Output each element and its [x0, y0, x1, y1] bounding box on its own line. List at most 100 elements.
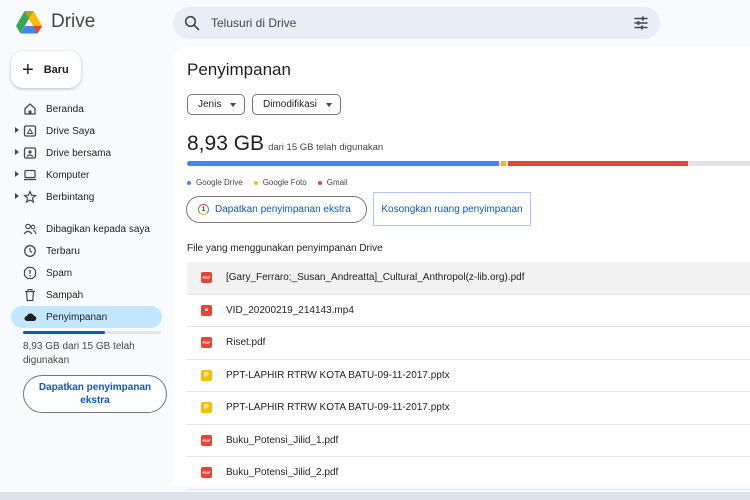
sidebar-get-storage-button[interactable]: Dapatkan penyimpanan ekstra — [23, 375, 167, 413]
caret-down-icon — [325, 102, 332, 107]
taskbar-strip — [0, 492, 750, 500]
expand-arrow-icon[interactable] — [15, 193, 19, 199]
file-name: Riset.pdf — [226, 337, 266, 349]
file-name: VID_20200219_214143.mp4 — [226, 304, 354, 316]
sidebar-item-label: Penyimpanan — [46, 311, 108, 323]
legend-item: Google Drive — [187, 178, 243, 187]
legend-item: Google Foto — [253, 178, 307, 187]
caret-down-icon — [230, 102, 237, 107]
file-row[interactable]: ■ VID_20200219_214143.mp4 — [187, 295, 750, 327]
sidebar-item-beranda[interactable]: Beranda — [11, 98, 162, 120]
search-input[interactable] — [211, 7, 611, 39]
sidebar-item-label: Drive Saya — [46, 125, 95, 137]
legend-label: Google Foto — [262, 178, 307, 187]
pdf-file-icon: PDF — [201, 272, 212, 284]
file-row[interactable]: PDF Buku_Potensi_Jilid_1.pdf — [187, 425, 750, 457]
sidebar-item-penyimpanan[interactable]: Penyimpanan — [11, 306, 162, 328]
drive-logo[interactable]: Drive — [16, 10, 95, 34]
main-panel: Penyimpanan Jenis Dimodifikasi 8,93 GB d… — [173, 46, 750, 490]
sidebar-item-drive-bersama[interactable]: Drive bersama — [11, 142, 162, 164]
clean-storage-button[interactable]: Kosongkan ruang penyimpanan — [373, 192, 531, 226]
legend-item: Gmail — [317, 178, 348, 187]
pdf-file-icon: PDF — [201, 467, 212, 479]
shared-drive-icon — [23, 146, 37, 160]
plus-icon: + — [22, 58, 34, 81]
sidebar-storage-text: 8,93 GB dari 15 GB telah digunakan — [23, 341, 135, 366]
pdf-file-icon: PDF — [201, 434, 212, 446]
spam-icon — [23, 266, 37, 280]
sidebar-item-label: Komputer — [46, 169, 90, 181]
legend-dot — [187, 180, 191, 185]
usage-segment-google-foto — [500, 161, 507, 166]
sidebar-item-dibagikan[interactable]: Dibagikan kepada saya — [11, 218, 162, 240]
search-bar[interactable] — [173, 7, 660, 39]
sidebar-item-spam[interactable]: Spam — [11, 262, 162, 284]
sidebar-item-label: Terbaru — [46, 245, 80, 257]
sidebar-item-terbaru[interactable]: Terbaru — [11, 240, 162, 262]
file-name: Buku_Potensi_Jilid_1.pdf — [226, 434, 339, 446]
file-row[interactable]: P PPT-LAPHIR RTRW KOTA BATU-09-11-2017.pp… — [187, 360, 750, 392]
sidebar-storage-bar — [23, 331, 161, 334]
computer-icon — [23, 168, 37, 182]
new-button-label: Baru — [43, 63, 69, 76]
get-storage-label: Dapatkan penyimpanan ekstra — [215, 204, 351, 215]
storage-used-amount: 8,93 GB — [187, 132, 265, 155]
usage-segment-google-drive — [187, 161, 499, 166]
star-icon — [23, 190, 37, 204]
filter-label: Jenis — [198, 99, 222, 110]
storage-used-of: dari 15 GB telah digunakan — [268, 142, 384, 153]
home-icon — [23, 102, 37, 116]
usage-segment-gmail — [508, 161, 689, 166]
trash-icon — [23, 288, 37, 302]
legend-label: Gmail — [326, 178, 348, 187]
pdf-file-icon: PDF — [201, 337, 212, 349]
sidebar-item-label: Beranda — [46, 103, 84, 115]
sidebar-nav: Beranda Drive Saya Drive bersama Kompute… — [11, 98, 162, 328]
expand-arrow-icon[interactable] — [15, 149, 19, 155]
sidebar-item-sampah[interactable]: Sampah — [11, 284, 162, 306]
app-title: Drive — [51, 11, 96, 32]
file-name: Buku_Potensi_Jilid_2.pdf — [226, 467, 339, 479]
storage-bar-fill — [23, 331, 106, 334]
sidebar-item-label: Dibagikan kepada saya — [46, 223, 150, 235]
filter-label: Dimodifikasi — [263, 99, 317, 110]
sidebar-item-label: Berbintang — [46, 191, 95, 203]
filter-modified-chip[interactable]: Dimodifikasi — [252, 94, 341, 115]
clock-icon — [23, 244, 37, 258]
file-row[interactable]: PDF Buku_Potensi_Jilid_2.pdf — [187, 457, 750, 490]
legend-dot — [317, 180, 322, 185]
google-one-icon: 1 — [198, 204, 209, 215]
filter-type-chip[interactable]: Jenis — [187, 94, 246, 115]
slides-file-icon: P — [201, 369, 212, 381]
files-heading: File yang menggunakan penyimpanan Drive — [187, 243, 383, 254]
my-drive-icon — [23, 124, 37, 138]
video-file-icon: ■ — [201, 304, 212, 316]
legend-dot — [253, 180, 258, 185]
file-row[interactable]: PDF [Gary_Ferraro;_Susan_Andreatta]_Cultu… — [187, 262, 750, 295]
search-icon[interactable] — [184, 15, 200, 31]
file-list: PDF [Gary_Ferraro;_Susan_Andreatta]_Cultu… — [187, 262, 750, 490]
sidebar-item-label: Drive bersama — [46, 147, 112, 159]
page-title: Penyimpanan — [187, 60, 291, 79]
expand-arrow-icon[interactable] — [15, 127, 19, 133]
sidebar-item-label: Sampah — [46, 289, 84, 301]
file-name: [Gary_Ferraro;_Susan_Andreatta]_Cultural… — [226, 272, 525, 284]
sidebar-item-komputer[interactable]: Komputer — [11, 164, 162, 186]
sidebar-item-label: Spam — [46, 267, 73, 279]
people-icon — [23, 222, 37, 236]
slides-file-icon: P — [201, 402, 212, 414]
file-name: PPT-LAPHIR RTRW KOTA BATU-09-11-2017.ppt… — [226, 369, 450, 381]
new-button[interactable]: + Baru — [11, 51, 81, 88]
storage-usage-bar — [187, 161, 750, 166]
search-options-icon[interactable] — [633, 15, 649, 31]
expand-arrow-icon[interactable] — [15, 171, 19, 177]
get-storage-button[interactable]: 1 Dapatkan penyimpanan ekstra — [186, 196, 367, 223]
storage-legend: Google Drive Google Foto Gmail — [187, 178, 348, 187]
sidebar-item-berbintang[interactable]: Berbintang — [11, 186, 162, 208]
legend-label: Google Drive — [196, 178, 243, 187]
sidebar-item-drive-saya[interactable]: Drive Saya — [11, 120, 162, 142]
storage-used-summary: 8,93 GB dari 15 GB telah digunakan — [187, 132, 383, 156]
file-row[interactable]: P PPT-LAPHIR RTRW KOTA BATU-09-11-2017.pp… — [187, 392, 750, 425]
file-row[interactable]: PDF Riset.pdf — [187, 327, 750, 360]
drive-logo-icon — [16, 11, 42, 34]
